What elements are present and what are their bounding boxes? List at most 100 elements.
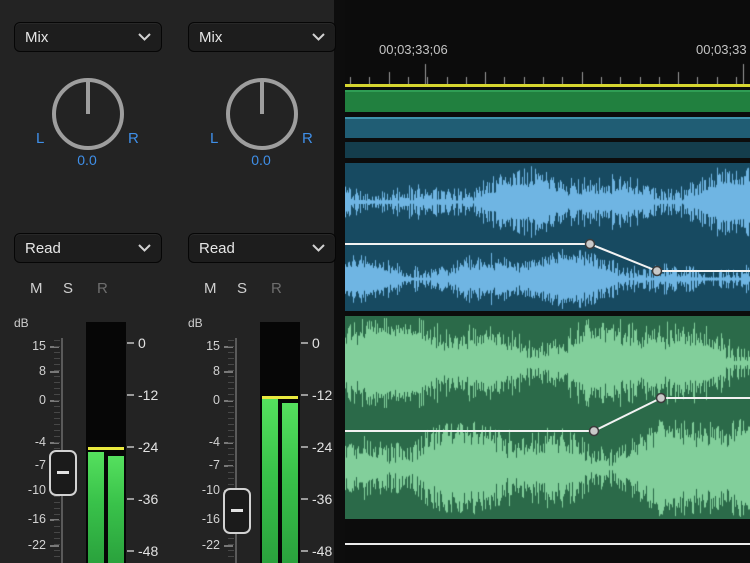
chevron-down-icon bbox=[312, 33, 325, 41]
fader-scale-tick bbox=[224, 371, 233, 373]
automation-mode-label: Read bbox=[199, 240, 235, 257]
fader-scale-minor-tick bbox=[54, 418, 60, 419]
fader-scale-label: -10 bbox=[6, 483, 46, 497]
fader-scale-minor-tick bbox=[54, 382, 60, 383]
fader-scale-tick bbox=[50, 442, 59, 444]
time-ruler[interactable] bbox=[345, 60, 750, 84]
automation-mode-label: Read bbox=[25, 240, 61, 257]
fader-scale-minor-tick bbox=[54, 520, 60, 521]
fader-scale-label: -16 bbox=[180, 512, 220, 526]
fader-scale-minor-tick bbox=[54, 358, 60, 359]
fader-scale-label: 0 bbox=[6, 393, 46, 407]
video-clip-green[interactable] bbox=[345, 90, 750, 112]
pan-left-label: L bbox=[36, 130, 44, 147]
collapsed-track-clip[interactable] bbox=[345, 117, 750, 138]
pan-mode-label: Mix bbox=[25, 29, 48, 46]
meter-scale-label: -36 bbox=[312, 491, 332, 507]
fader-scale-minor-tick bbox=[54, 538, 60, 539]
volume-automation-line[interactable] bbox=[345, 316, 750, 519]
mute-button[interactable]: M bbox=[204, 280, 217, 297]
fader-scale-label: 8 bbox=[180, 364, 220, 378]
automation-keyframe[interactable] bbox=[653, 267, 662, 276]
volume-automation-line[interactable] bbox=[345, 163, 750, 311]
solo-button[interactable]: S bbox=[237, 280, 247, 297]
meter-bar-right bbox=[282, 403, 298, 563]
fader-scale-minor-tick bbox=[54, 370, 60, 371]
meter-scale-tick bbox=[301, 498, 308, 500]
fader-scale-label: 15 bbox=[180, 339, 220, 353]
work-area-bar[interactable] bbox=[345, 84, 750, 87]
fader-scale-minor-tick bbox=[228, 400, 234, 401]
fader-scale-minor-tick bbox=[228, 370, 234, 371]
mute-button[interactable]: M bbox=[30, 280, 43, 297]
pan-mode-dropdown[interactable]: Mix bbox=[188, 22, 336, 52]
record-arm-button[interactable]: R bbox=[97, 280, 108, 297]
fader-scale-tick bbox=[50, 400, 59, 402]
fader-scale-label: -4 bbox=[6, 435, 46, 449]
fader-scale-minor-tick bbox=[54, 406, 60, 407]
meter-scale-tick bbox=[301, 446, 308, 448]
solo-button[interactable]: S bbox=[63, 280, 73, 297]
volume-automation-line[interactable] bbox=[345, 543, 750, 545]
record-arm-button[interactable]: R bbox=[271, 280, 282, 297]
fader-scale-minor-tick bbox=[54, 340, 60, 341]
fader-scale-tick bbox=[224, 545, 233, 547]
fader-scale-label: -7 bbox=[180, 458, 220, 472]
fader-scale-minor-tick bbox=[228, 346, 234, 347]
fader-scale-minor-tick bbox=[228, 436, 234, 437]
automation-keyframe[interactable] bbox=[586, 240, 595, 249]
meter-scale-tick bbox=[127, 394, 134, 396]
fader-scale-minor-tick bbox=[54, 544, 60, 545]
fader-scale-label: 8 bbox=[6, 364, 46, 378]
fader-scale-minor-tick bbox=[54, 532, 60, 533]
meter-scale-label: 0 bbox=[138, 335, 146, 351]
pan-value[interactable]: 0.0 bbox=[2, 152, 172, 168]
fader-scale-minor-tick bbox=[54, 400, 60, 401]
pan-knob[interactable] bbox=[218, 70, 306, 158]
meter-scale-tick bbox=[127, 446, 134, 448]
meter-scale-label: -12 bbox=[312, 387, 332, 403]
volume-fader-handle[interactable] bbox=[223, 488, 251, 534]
automation-mode-dropdown[interactable]: Read bbox=[188, 233, 336, 263]
fader-scale-label: -10 bbox=[180, 483, 220, 497]
fader-scale-minor-tick bbox=[54, 448, 60, 449]
meter-scale-tick bbox=[127, 342, 134, 344]
automation-keyframe[interactable] bbox=[590, 427, 599, 436]
fader-scale-minor-tick bbox=[54, 526, 60, 527]
meter-scale-tick bbox=[127, 498, 134, 500]
automation-keyframe[interactable] bbox=[657, 394, 666, 403]
chevron-down-icon bbox=[138, 244, 151, 252]
fader-scale-minor-tick bbox=[228, 382, 234, 383]
pan-value[interactable]: 0.0 bbox=[176, 152, 346, 168]
pan-knob[interactable] bbox=[44, 70, 132, 158]
mixer-channel-1: Mix L R 0.0 Read M S R bbox=[2, 0, 172, 563]
meter-scale-label: -36 bbox=[138, 491, 158, 507]
fader-scale-minor-tick bbox=[228, 376, 234, 377]
meter-bar-right bbox=[108, 456, 124, 563]
fader-scale-minor-tick bbox=[228, 430, 234, 431]
fader-scale-minor-tick bbox=[54, 376, 60, 377]
audio-track-mixer-panel: Mix L R 0.0 Read M S R bbox=[0, 0, 334, 563]
meter-scale-label: 0 bbox=[312, 335, 320, 351]
fader-scale-minor-tick bbox=[54, 550, 60, 551]
fader-scale-minor-tick bbox=[228, 364, 234, 365]
volume-fader-handle[interactable] bbox=[49, 450, 77, 496]
fader-scale-tick bbox=[50, 371, 59, 373]
collapsed-track-clip[interactable] bbox=[345, 142, 750, 158]
audio-clip-green[interactable] bbox=[345, 316, 750, 519]
fader-scale-minor-tick bbox=[54, 514, 60, 515]
audio-clip-blue[interactable] bbox=[345, 163, 750, 311]
peak-indicator bbox=[88, 447, 124, 450]
automation-mode-dropdown[interactable]: Read bbox=[14, 233, 162, 263]
pan-right-label: R bbox=[128, 130, 139, 147]
timecode-label: 00;03;33 bbox=[696, 42, 747, 57]
pan-mode-dropdown[interactable]: Mix bbox=[14, 22, 162, 52]
fader-scale-minor-tick bbox=[54, 556, 60, 557]
fader-scale-minor-tick bbox=[228, 538, 234, 539]
fader-scale-minor-tick bbox=[54, 496, 60, 497]
fader-scale-minor-tick bbox=[54, 424, 60, 425]
fader-scale-label: 0 bbox=[180, 393, 220, 407]
fader-scale-minor-tick bbox=[228, 340, 234, 341]
fader-scale-minor-tick bbox=[228, 544, 234, 545]
fader-scale-minor-tick bbox=[228, 388, 234, 389]
